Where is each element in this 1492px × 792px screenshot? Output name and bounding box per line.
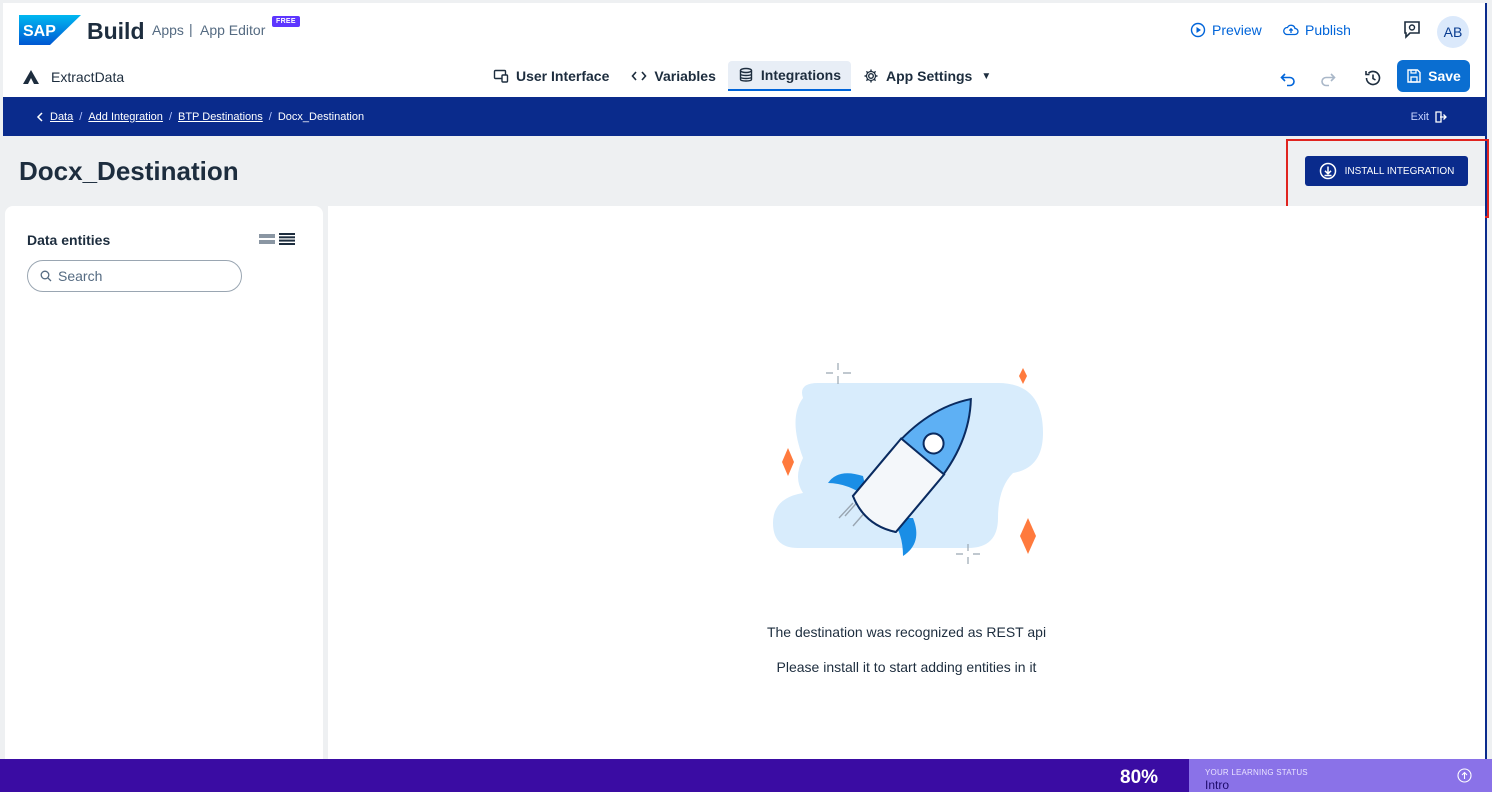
brand-separator: | xyxy=(189,21,193,37)
brand-apps: Apps xyxy=(152,22,184,38)
free-badge: FREE xyxy=(272,16,300,27)
learning-status-panel[interactable]: YOUR LEARNING STATUS Intro xyxy=(1189,759,1492,792)
editor-tabs: User Interface Variables Integrations Ap… xyxy=(483,60,1003,92)
data-entities-title: Data entities xyxy=(27,232,111,248)
app-logo-icon xyxy=(23,70,39,84)
exit-icon xyxy=(1435,111,1447,123)
save-icon xyxy=(1407,69,1421,83)
breadcrumb-bar: Data / Add Integration / BTP Destination… xyxy=(3,97,1485,136)
play-circle-icon xyxy=(1190,22,1206,38)
shell-header: SAP Build Apps | App Editor FREE Preview… xyxy=(3,3,1485,55)
chevron-left-icon[interactable] xyxy=(36,112,44,122)
tab-label: User Interface xyxy=(516,68,610,84)
rocket-illustration xyxy=(773,363,1043,564)
svg-text:SAP: SAP xyxy=(23,23,56,40)
breadcrumb: Data / Add Integration / BTP Destination… xyxy=(36,111,364,123)
avatar[interactable]: AB xyxy=(1437,16,1469,48)
save-label: Save xyxy=(1428,68,1461,84)
list-view-icon[interactable] xyxy=(279,233,295,245)
breadcrumb-separator: / xyxy=(79,111,83,123)
gear-icon xyxy=(864,69,878,83)
preview-label: Preview xyxy=(1212,22,1262,38)
cloud-upload-icon xyxy=(1283,24,1299,36)
brand-editor: App Editor xyxy=(200,22,266,38)
editor-toolbar: ExtractData User Interface Variables Int… xyxy=(3,55,1485,97)
view-toggle xyxy=(259,233,295,245)
breadcrumb-current: Docx_Destination xyxy=(277,111,365,123)
page-header: Docx_Destination INSTALL INTEGRATION xyxy=(3,136,1489,218)
search-input[interactable]: Search xyxy=(27,260,242,292)
data-entities-panel: Data entities Search xyxy=(5,206,323,762)
tab-user-interface[interactable]: User Interface xyxy=(483,61,619,91)
breadcrumb-separator: / xyxy=(168,111,172,123)
install-integration-button[interactable]: INSTALL INTEGRATION xyxy=(1305,156,1468,186)
undo-icon[interactable] xyxy=(1279,69,1297,87)
learning-percent: 80% xyxy=(1120,767,1159,788)
database-icon xyxy=(739,67,753,82)
caret-down-icon: ▼ xyxy=(981,70,992,82)
feedback-icon[interactable] xyxy=(1401,19,1423,41)
redo-icon[interactable] xyxy=(1319,69,1337,87)
chevron-up-circle-icon[interactable] xyxy=(1457,768,1472,783)
tab-label: App Settings xyxy=(886,68,973,84)
recognized-message: The destination was recognized as REST a… xyxy=(766,624,1047,640)
publish-label: Publish xyxy=(1305,22,1351,38)
main-content: The destination was recognized as REST a… xyxy=(328,206,1485,762)
page-title: Docx_Destination xyxy=(19,156,239,186)
exit-button[interactable]: Exit xyxy=(1411,111,1447,123)
tab-variables[interactable]: Variables xyxy=(621,61,726,91)
code-icon xyxy=(631,71,647,81)
publish-button[interactable]: Publish xyxy=(1283,22,1351,38)
history-icon[interactable] xyxy=(1363,68,1383,88)
breadcrumb-add-integration[interactable]: Add Integration xyxy=(88,111,163,123)
app-window: SAP Build Apps | App Editor FREE Preview… xyxy=(3,3,1489,792)
app-name: ExtractData xyxy=(51,69,125,85)
exit-label: Exit xyxy=(1410,111,1429,123)
save-button[interactable]: Save xyxy=(1397,60,1470,92)
breadcrumb-separator: / xyxy=(268,111,272,123)
breadcrumb-btp-destinations[interactable]: BTP Destinations xyxy=(178,111,263,123)
download-circle-icon xyxy=(1319,162,1336,180)
breadcrumb-data[interactable]: Data xyxy=(50,111,73,123)
brand-build: Build xyxy=(87,18,145,44)
tab-label: Integrations xyxy=(760,67,842,83)
learning-status-label: YOUR LEARNING STATUS xyxy=(1205,768,1308,777)
tab-label: Variables xyxy=(654,68,716,84)
preview-button[interactable]: Preview xyxy=(1190,22,1262,38)
learning-status-bar: 80% YOUR LEARNING STATUS Intro xyxy=(0,759,1492,792)
install-integration-label: INSTALL INTEGRATION xyxy=(1344,165,1455,177)
tab-app-settings[interactable]: App Settings ▼ xyxy=(853,61,1001,91)
install-hint-message: Please install it to start adding entiti… xyxy=(776,659,1037,675)
tab-integrations[interactable]: Integrations xyxy=(727,61,852,91)
search-icon xyxy=(40,270,52,282)
ui-icon xyxy=(493,69,509,83)
learning-status-value: Intro xyxy=(1205,778,1230,792)
search-placeholder: Search xyxy=(58,268,103,284)
sap-logo: SAP xyxy=(19,15,81,45)
compact-view-icon[interactable] xyxy=(259,233,275,245)
